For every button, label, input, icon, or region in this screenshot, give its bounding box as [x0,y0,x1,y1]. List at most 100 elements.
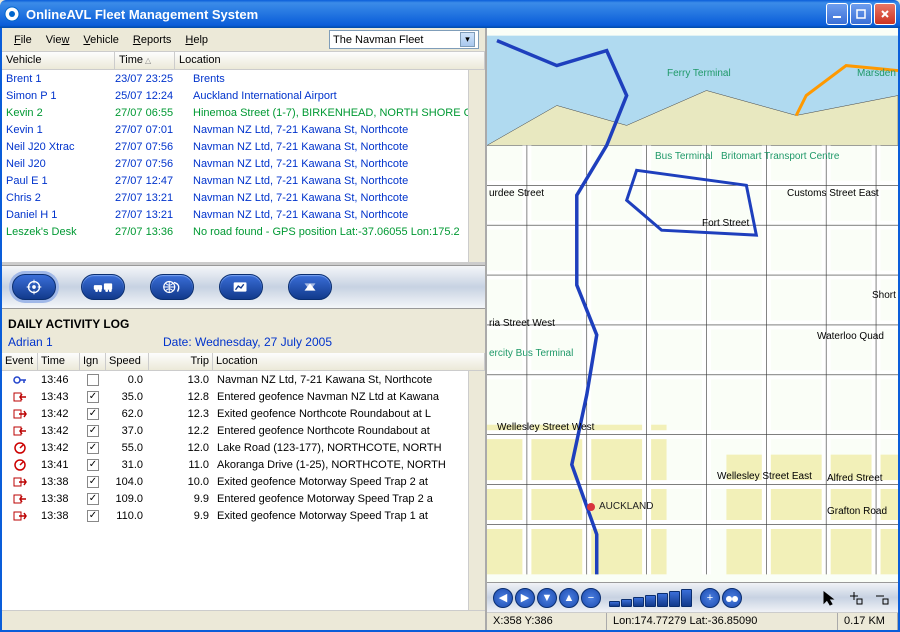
key-icon [2,374,38,386]
globe-button[interactable] [150,274,194,300]
zoom-level-bars[interactable] [609,589,692,607]
vehicle-row[interactable]: Neil J20 Xtrac27/07 07:56Navman NZ Ltd, … [2,138,485,155]
dal-ign: ✓ [80,476,106,488]
vehicle-time: 27/07 12:47 [115,175,193,187]
vehicle-time: 27/07 07:01 [115,124,193,136]
menu-vehicle[interactable]: Vehicle [77,32,124,48]
dal-row[interactable]: 13:42✓62.012.3Exited geofence Northcote … [2,405,485,422]
coord-lonlat: Lon:174.77279 Lat:-36.85090 [607,613,838,630]
vehicle-list: Vehicle Time△ Location Brent 123/07 23:2… [2,52,485,262]
dal-time: 13:38 [38,493,80,505]
dal-row[interactable]: 13:42✓37.012.2Entered geofence Northcote… [2,422,485,439]
close-button[interactable] [874,3,896,25]
map-label-ferry: Ferry Terminal [667,68,731,79]
dal-col-ign[interactable]: Ign [80,353,106,370]
menu-reports[interactable]: Reports [127,32,178,48]
auckland-marker [587,503,595,511]
col-vehicle[interactable]: Vehicle [2,52,115,69]
dal-col-location[interactable]: Location [213,353,485,370]
vehicle-name: Daniel H 1 [6,209,115,221]
map-toolbar: ◀ ▶ ▼ ▲ − + [487,582,898,612]
vehicle-row[interactable]: Paul E 127/07 12:47Navman NZ Ltd, 7-21 K… [2,172,485,189]
vehicle-name: Neil J20 Xtrac [6,141,115,153]
dal-speed: 35.0 [106,391,149,403]
dal-trip: 12.8 [149,391,213,403]
dal-row[interactable]: 13:460.013.0Navman NZ Ltd, 7-21 Kawana S… [2,371,485,388]
window-title: OnlineAVL Fleet Management System [26,7,826,22]
dal-row[interactable]: 13:41✓31.011.0Akoranga Drive (1-25), NOR… [2,456,485,473]
vehicle-row[interactable]: Chris 227/07 13:21Navman NZ Ltd, 7-21 Ka… [2,189,485,206]
pointer-tool[interactable] [820,588,840,608]
menu-file[interactable]: File [8,32,38,48]
dal-col-time[interactable]: Time [38,353,80,370]
vehicle-row[interactable]: Leszek's Desk27/07 13:36No road found - … [2,223,485,240]
map-label-wellesley-e: Wellesley Street East [717,471,812,482]
vehicle-list-scrollbar[interactable] [468,70,485,262]
dal-ign: ✓ [80,459,106,471]
dal-col-speed[interactable]: Speed [106,353,149,370]
vehicle-row[interactable]: Simon P 125/07 12:24Auckland Internation… [2,87,485,104]
dal-row[interactable]: 13:38✓110.09.9Exited geofence Motorway S… [2,507,485,524]
dal-row[interactable]: 13:38✓109.09.9Entered geofence Motorway … [2,490,485,507]
dal-row[interactable]: 13:43✓35.012.8Entered geofence Navman NZ… [2,388,485,405]
map-label-wellesley-w: Wellesley Street West [497,422,594,433]
dal-col-event[interactable]: Event [2,353,38,370]
vehicle-name: Neil J20 [6,158,115,170]
map-canvas[interactable]: Ferry Terminal Marsden Bus Terminal Brit… [487,28,898,582]
vehicle-location: Navman NZ Ltd, 7-21 Kawana St, Northcote [193,175,481,187]
map-label-auckland: AUCKLAND [599,501,653,512]
chart-button[interactable] [219,274,263,300]
zoom-in-button[interactable]: + [700,588,720,608]
vehicle-row[interactable]: Kevin 127/07 07:01Navman NZ Ltd, 7-21 Ka… [2,121,485,138]
dal-ign: ✓ [80,391,106,403]
dal-speed: 55.0 [106,442,149,454]
col-time[interactable]: Time△ [115,52,175,69]
vehicle-time: 27/07 13:36 [115,226,193,238]
vehicle-row[interactable]: Neil J2027/07 07:56Navman NZ Ltd, 7-21 K… [2,155,485,172]
vehicle-name: Paul E 1 [6,175,115,187]
dal-trip: 10.0 [149,476,213,488]
minimize-button[interactable] [826,3,848,25]
pan-up-button[interactable]: ▲ [559,588,579,608]
pan-left-button[interactable]: ◀ [493,588,513,608]
fleet-selector[interactable]: The Navman Fleet ▾ [329,30,479,49]
pan-down-button[interactable]: ▼ [537,588,557,608]
dal-trip: 9.9 [149,493,213,505]
speed-icon [2,442,38,454]
map-label-grafton: Grafton Road [827,506,887,517]
menu-view[interactable]: View [40,32,76,48]
map-label-alfred: Alfred Street [827,473,883,484]
zoom-out-tool[interactable] [872,588,892,608]
vehicle-row[interactable]: Brent 123/07 23:25Brents [2,70,485,87]
col-location[interactable]: Location [175,52,485,69]
dal-ign: ✓ [80,425,106,437]
vehicle-location: Hinemoa Street (1-7), BIRKENHEAD, NORTH … [193,107,481,119]
vehicle-name: Kevin 2 [6,107,115,119]
vehicle-row[interactable]: Daniel H 127/07 13:21Navman NZ Ltd, 7-21… [2,206,485,223]
dropdown-arrow-icon: ▾ [460,32,475,47]
dal-scrollbar[interactable] [468,371,485,610]
menu-help[interactable]: Help [179,32,214,48]
vehicle-time: 27/07 07:56 [115,158,193,170]
target-button[interactable] [12,274,56,300]
maximize-button[interactable] [850,3,872,25]
binoculars-button[interactable] [722,588,742,608]
pan-right-button[interactable]: ▶ [515,588,535,608]
coord-scale: 0.17 KM [838,613,898,630]
dal-row[interactable]: 13:42✓55.012.0Lake Road (123-177), NORTH… [2,439,485,456]
daily-activity-log: Event Time Ign Speed Trip Location 13:46… [2,353,485,610]
dal-trip: 13.0 [149,374,213,386]
dal-col-trip[interactable]: Trip [149,353,213,370]
zoom-out-button[interactable]: − [581,588,601,608]
vehicle-location: Navman NZ Ltd, 7-21 Kawana St, Northcote [193,158,481,170]
vehicles-button[interactable] [81,274,125,300]
vehicle-row[interactable]: Kevin 227/07 06:55Hinemoa Street (1-7), … [2,104,485,121]
vehicle-time: 27/07 13:21 [115,192,193,204]
zoom-in-tool[interactable] [846,588,866,608]
vehicle-location: Navman NZ Ltd, 7-21 Kawana St, Northcote [193,192,481,204]
activity-log-button[interactable] [288,274,332,300]
dal-trip: 9.9 [149,510,213,522]
dal-row[interactable]: 13:38✓104.010.0Exited geofence Motorway … [2,473,485,490]
exit-icon [2,408,38,420]
dal-ign: ✓ [80,408,106,420]
